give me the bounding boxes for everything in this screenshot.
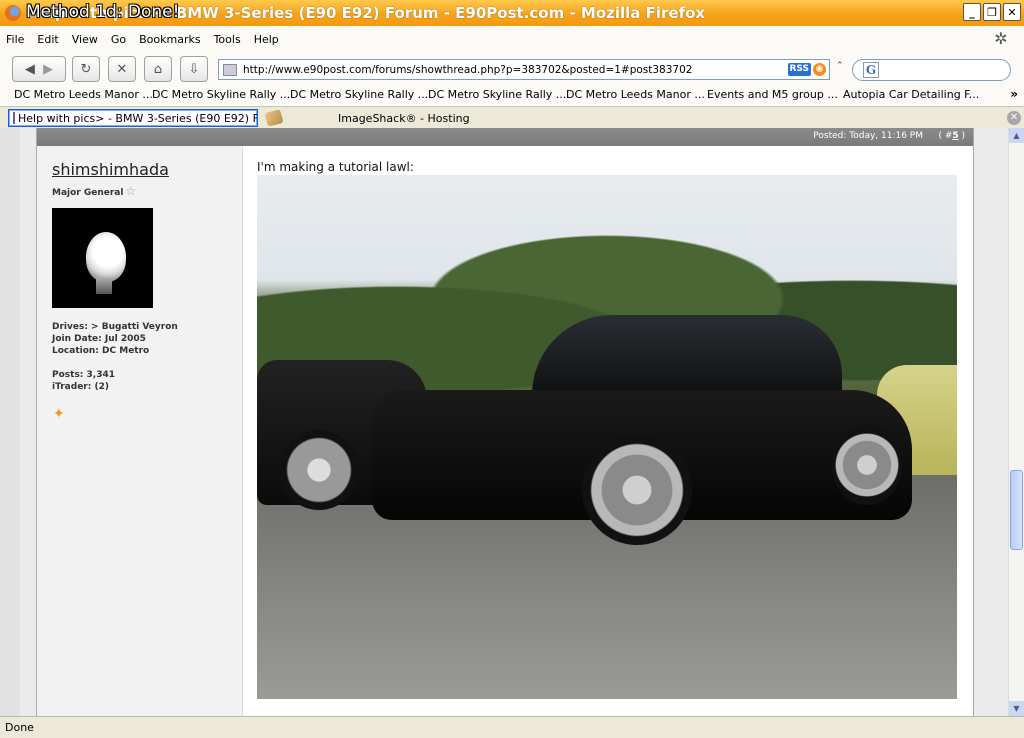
image-black-bmw xyxy=(372,315,912,545)
address-url[interactable]: http://www.e90post.com/forums/showthread… xyxy=(243,64,692,76)
go-chevron-icon[interactable]: ⌃ xyxy=(836,61,844,71)
post-message: I'm making a tutorial lawl: xyxy=(257,160,414,174)
user-title: Major General ☆ xyxy=(52,184,136,198)
bookmarks-toolbar: DC Metro Leeds Manor ... DC Metro Skylin… xyxy=(0,86,1024,106)
lightbulb-image xyxy=(86,232,126,282)
home-icon: ⌂ xyxy=(153,61,163,77)
post-number-link[interactable]: 5 xyxy=(952,131,958,141)
bookmark-item[interactable]: Autopia Car Detailing F... xyxy=(843,88,979,101)
scroll-thumb[interactable] xyxy=(1010,470,1023,550)
bookmark-item[interactable]: DC Metro Skyline Rally ... xyxy=(428,88,566,101)
back-arrow-icon[interactable]: ◀ xyxy=(25,62,35,77)
menu-file[interactable]: File xyxy=(6,33,24,46)
image-left-car-wheel xyxy=(279,430,359,510)
tab-label: ImageShack® - Hosting xyxy=(338,111,470,125)
navigation-toolbar: ◀ ▶ ↻ ✕ ⌂ ⇩ http://www.e90post.com/forum… xyxy=(0,52,1024,86)
image-front-wheel xyxy=(582,435,692,545)
imageshack-icon xyxy=(264,109,284,127)
feed-icon[interactable]: ◉ xyxy=(813,63,826,76)
stop-icon: ✕ xyxy=(116,61,128,77)
firefox-icon xyxy=(5,5,21,21)
user-itrader: iTrader: (2) xyxy=(52,382,109,392)
window-titlebar[interactable]: Help with pics> - BMW 3-Series (E90 E92)… xyxy=(0,0,1024,26)
lightbulb-base xyxy=(96,278,112,294)
itrader-label: iTrader: xyxy=(52,382,92,392)
address-bar[interactable]: http://www.e90post.com/forums/showthread… xyxy=(218,59,830,80)
bookmark-item[interactable]: DC Metro Leeds Manor ... xyxy=(14,88,153,101)
avatar xyxy=(52,208,153,308)
download-icon: ⇩ xyxy=(188,61,200,77)
image-rear-wheel xyxy=(832,425,902,505)
user-location: Location: DC Metro xyxy=(52,346,150,356)
aim-icon[interactable]: ✦ xyxy=(53,406,65,422)
menu-bookmarks[interactable]: Bookmarks xyxy=(139,33,200,46)
user-info-panel: shimshimhada Major General ☆ Drives: > Bu… xyxy=(37,146,243,716)
menu-go[interactable]: Go xyxy=(111,33,126,46)
user-posts: Posts: 3,341 xyxy=(52,370,115,380)
restore-button[interactable]: ❐ xyxy=(983,3,1001,21)
google-search-icon[interactable]: G xyxy=(863,62,879,78)
menu-bar: File Edit View Go Bookmarks Tools Help ✲ xyxy=(0,26,1024,52)
user-drives: Drives: > Bugatti Veyron xyxy=(52,322,178,332)
back-forward-buttons[interactable]: ◀ ▶ xyxy=(12,56,66,82)
close-tab-icon[interactable]: ✕ xyxy=(1007,111,1021,125)
tab-bar: Help with pics> - BMW 3-Series (E90 E92)… xyxy=(0,106,1024,128)
status-bar: Done xyxy=(0,716,1024,738)
menu-edit[interactable]: Edit xyxy=(37,33,58,46)
page-content: Posted: Today, 11:16 PM ( #5 ) shimshimh… xyxy=(0,128,1008,716)
tab-help-with-pics[interactable]: Help with pics> - BMW 3-Series (E90 E92)… xyxy=(8,109,258,127)
user-rank: Major General xyxy=(52,188,124,198)
star-icon: ☆ xyxy=(125,184,137,198)
scroll-down-icon[interactable]: ▼ xyxy=(1009,701,1024,716)
post-header: Posted: Today, 11:16 PM ( #5 ) xyxy=(37,128,973,146)
menu-help[interactable]: Help xyxy=(254,33,279,46)
bookmark-item[interactable]: DC Metro Leeds Manor ... xyxy=(566,88,705,101)
post-number: ( #5 ) xyxy=(938,131,965,141)
forward-arrow-icon[interactable]: ▶ xyxy=(43,62,53,77)
itrader-link[interactable]: (2) xyxy=(94,382,109,392)
tab-imageshack[interactable]: ImageShack® - Hosting xyxy=(262,109,508,127)
search-box[interactable]: G xyxy=(852,59,1011,81)
bookmark-item[interactable]: Events and M5 group ... xyxy=(707,88,838,101)
stop-button[interactable]: ✕ xyxy=(108,56,136,82)
tab-label: Help with pics> - BMW 3-Series (E90 E92)… xyxy=(18,111,258,125)
username-link[interactable]: shimshimhada xyxy=(52,160,169,179)
page-gutter xyxy=(0,128,20,716)
close-button[interactable]: ✕ xyxy=(1003,3,1021,21)
reload-button[interactable]: ↻ xyxy=(72,56,100,82)
page-icon xyxy=(223,63,237,76)
menu-tools[interactable]: Tools xyxy=(214,33,241,46)
bookmark-item[interactable]: DC Metro Skyline Rally ... xyxy=(290,88,428,101)
menu-view[interactable]: View xyxy=(72,33,98,46)
throbber-icon: ✲ xyxy=(994,29,1008,48)
bookmark-item[interactable]: DC Metro Skyline Rally ... xyxy=(152,88,290,101)
page-icon xyxy=(13,112,15,124)
post-date: Posted: Today, 11:16 PM xyxy=(813,131,923,141)
status-text: Done xyxy=(5,721,34,734)
forum-post: Posted: Today, 11:16 PM ( #5 ) shimshimh… xyxy=(36,128,974,716)
post-image-bmw-sedan[interactable] xyxy=(257,175,957,699)
download-button[interactable]: ⇩ xyxy=(180,56,208,82)
home-button[interactable]: ⌂ xyxy=(144,56,172,82)
vertical-scrollbar[interactable]: ▲ ▼ xyxy=(1008,128,1024,716)
bookmarks-overflow-chevron[interactable]: » xyxy=(1010,87,1018,101)
minimize-button[interactable]: _ xyxy=(963,3,981,21)
rss-badge[interactable]: RSS xyxy=(787,63,811,76)
reload-icon: ↻ xyxy=(80,61,92,77)
overlay-caption: Method 1d: Done! xyxy=(26,2,180,22)
user-join-date: Join Date: Jul 2005 xyxy=(52,334,146,344)
scroll-up-icon[interactable]: ▲ xyxy=(1009,128,1024,143)
